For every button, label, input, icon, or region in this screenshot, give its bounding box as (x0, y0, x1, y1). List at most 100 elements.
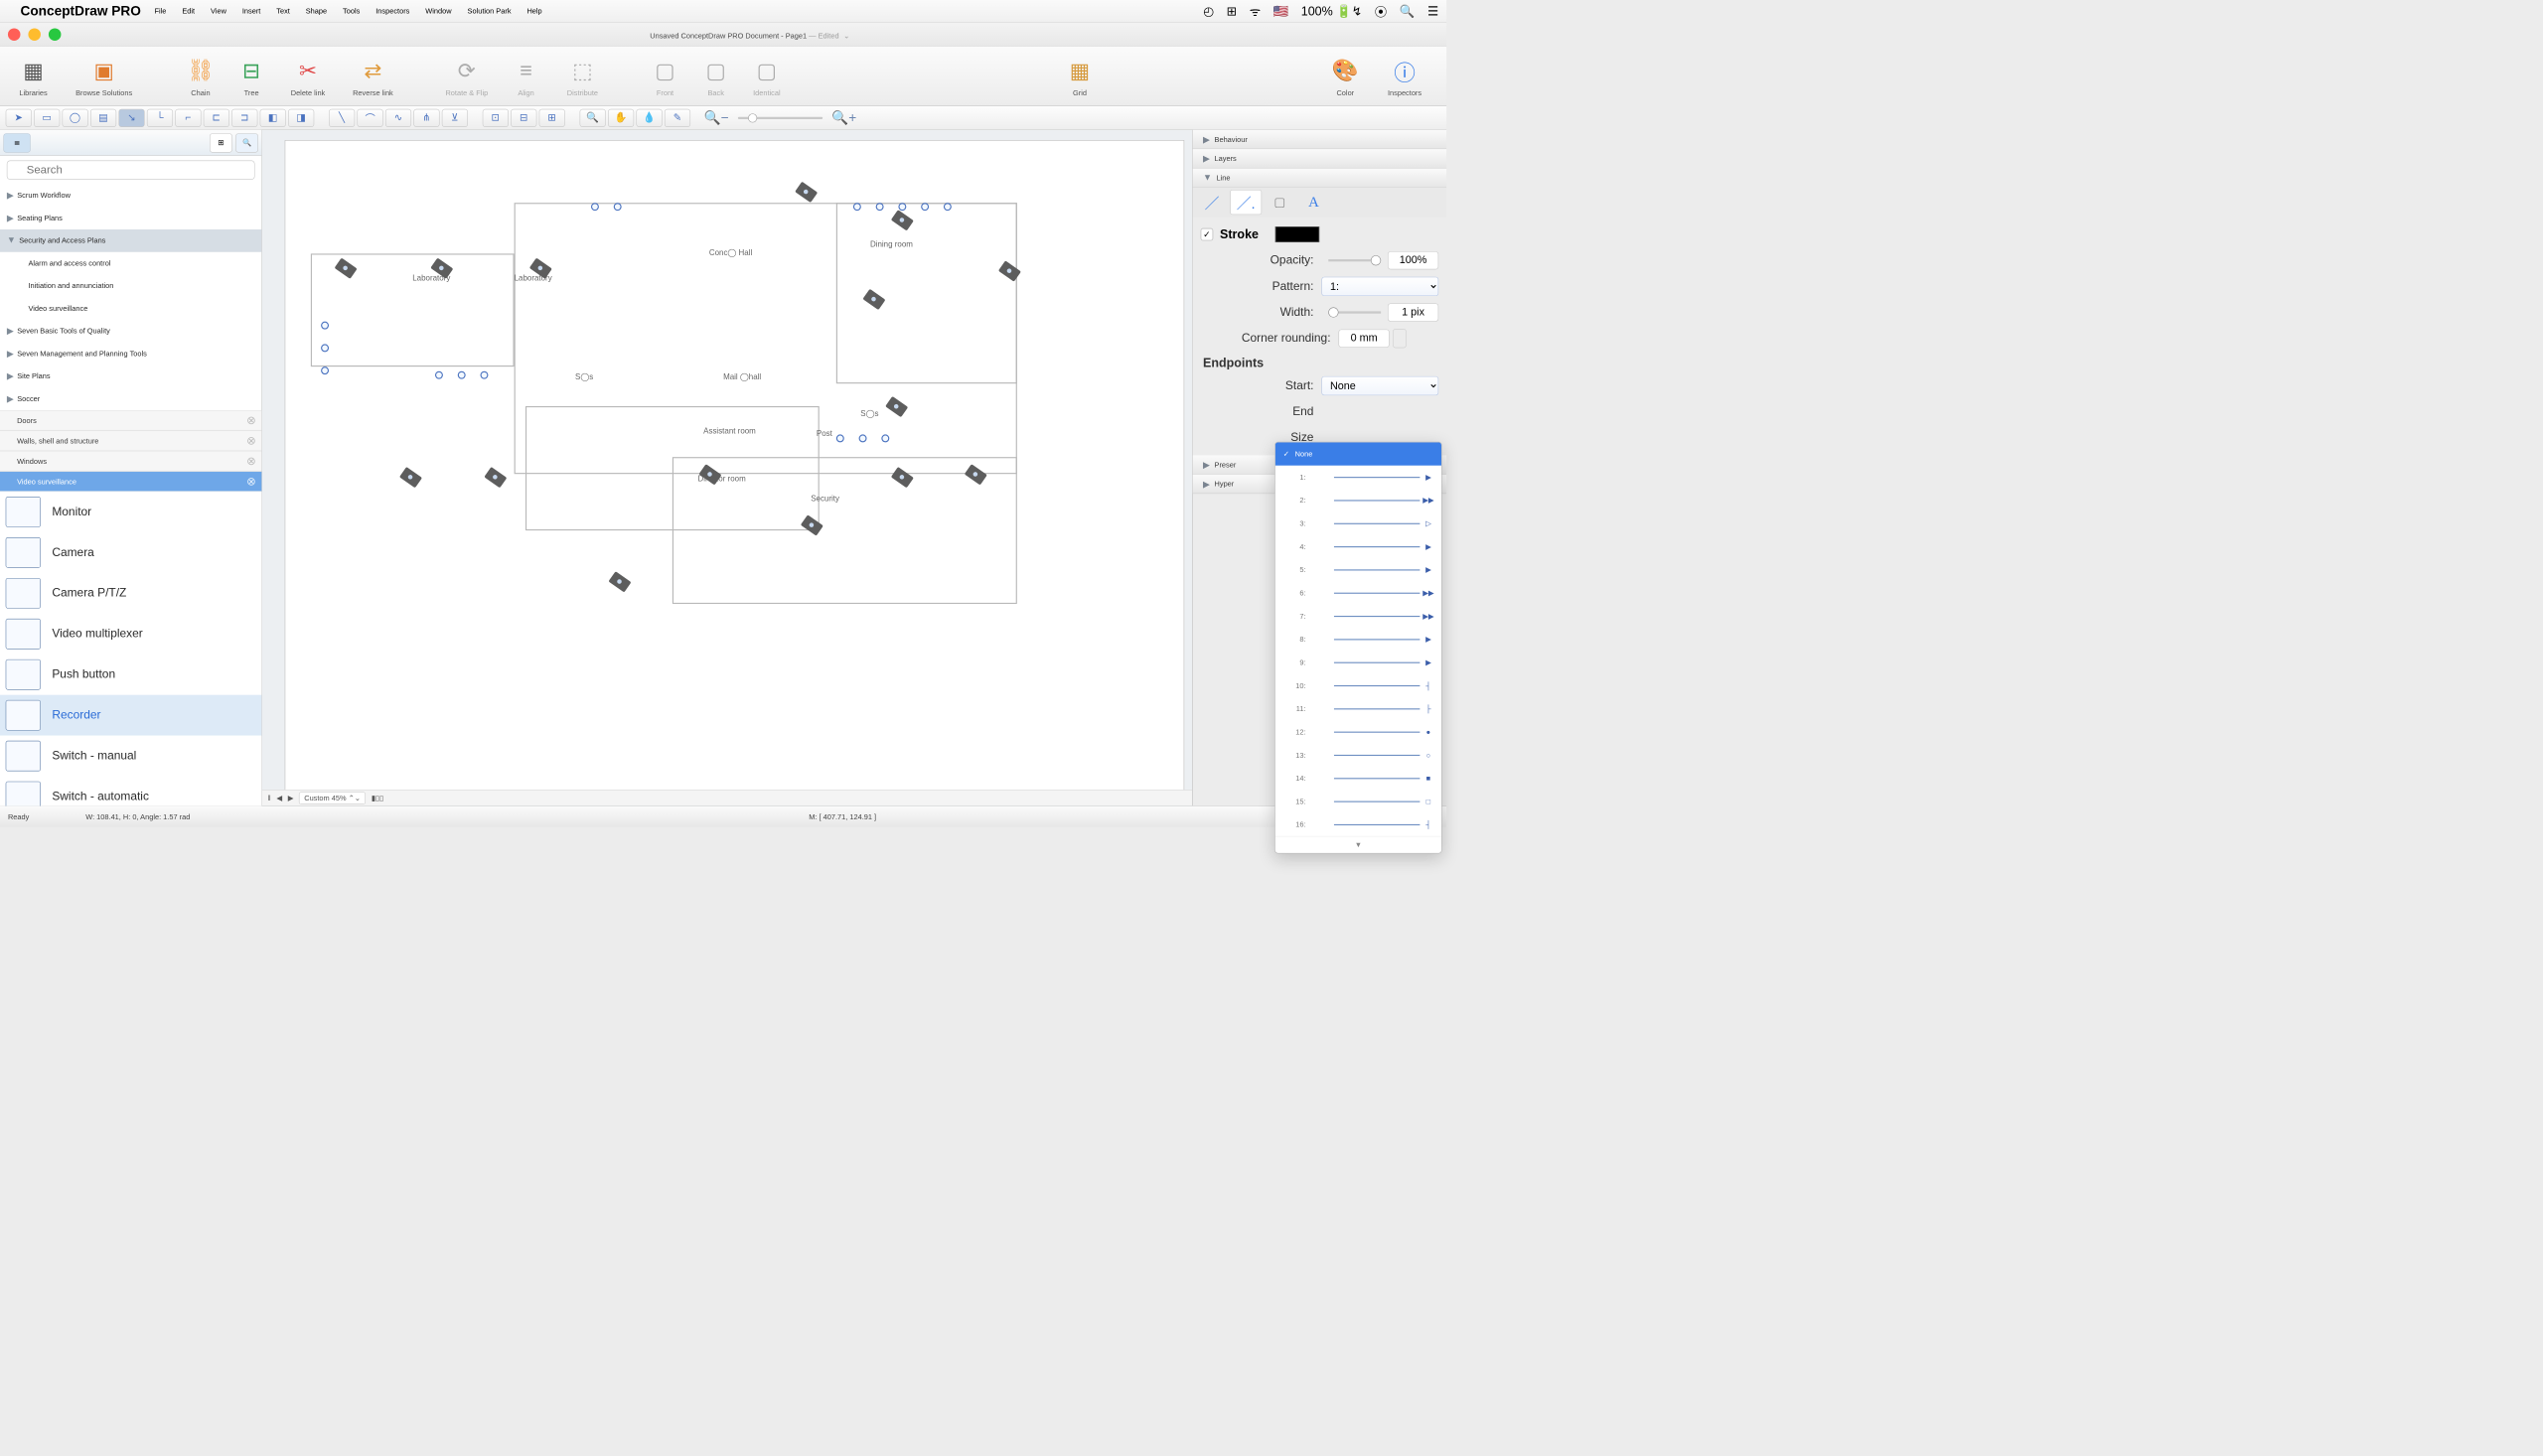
browse-solutions-button[interactable]: ▣Browse Solutions (59, 55, 149, 97)
tree-item[interactable]: Alarm and access control (0, 252, 261, 275)
grid-view-toggle[interactable]: ⊞ (210, 133, 232, 152)
menu-insert[interactable]: Insert (242, 7, 260, 16)
grid-button[interactable]: ▦Grid (1054, 55, 1105, 97)
acc-line[interactable]: ▼Line (1193, 169, 1446, 188)
combine-tool[interactable]: ⊞ (539, 108, 565, 126)
search-menubar-icon[interactable]: 🔍 (1400, 4, 1416, 19)
close-icon[interactable]: ⊗ (246, 434, 256, 448)
end-option[interactable]: 9:▶ (1275, 651, 1441, 673)
library-search-input[interactable] (7, 161, 255, 180)
tree-item[interactable]: ▶Seven Basic Tools of Quality (0, 320, 261, 343)
group-tool[interactable]: ⊡ (483, 108, 509, 126)
tree-item[interactable]: ▶Seating Plans (0, 207, 261, 229)
width-value[interactable]: 1 pix (1388, 303, 1438, 321)
tab-stroke[interactable]: ／ (1196, 190, 1228, 215)
menu-shape[interactable]: Shape (306, 7, 327, 16)
zoom-slider[interactable] (738, 116, 823, 118)
chevron-down-icon[interactable]: ⌄ (843, 32, 849, 41)
category-header[interactable]: Windows⊗ (0, 451, 261, 471)
tree-item[interactable]: ▶Site Plans (0, 364, 261, 387)
menu-solution-park[interactable]: Solution Park (468, 7, 512, 16)
corner-stepper[interactable] (1393, 329, 1407, 348)
tree-item[interactable]: ▶Seven Management and Planning Tools (0, 343, 261, 365)
document-title[interactable]: Unsaved ConceptDraw PRO Document - Page1… (650, 27, 849, 42)
flag-icon[interactable]: 🇺🇸 (1273, 4, 1289, 19)
rect-tool[interactable]: ▭ (34, 108, 60, 126)
spotlight-icon[interactable]: ⦿ (1375, 2, 1388, 20)
tab-text[interactable]: A (1298, 190, 1330, 215)
end-option[interactable]: 3:▷ (1275, 511, 1441, 534)
minimize-window-button[interactable] (28, 28, 41, 41)
page-tabs[interactable]: ▮▯▯ (372, 794, 383, 802)
eyedrop-tool[interactable]: 💧 (636, 108, 662, 126)
start-select[interactable]: None (1321, 376, 1438, 395)
close-icon[interactable]: ⊗ (246, 413, 256, 427)
category-header[interactable]: Doors⊗ (0, 410, 261, 430)
opacity-slider[interactable] (1328, 259, 1381, 261)
chain-button[interactable]: ⛓Chain (175, 55, 225, 97)
tree-button[interactable]: ⊟Tree (226, 55, 277, 97)
category-header[interactable]: Video surveillance⊗ (0, 471, 261, 491)
end-option[interactable]: 16:┤ (1275, 813, 1441, 836)
end-option[interactable]: 4:▶ (1275, 535, 1441, 558)
tree-item[interactable]: ▶Scrum Workflow (0, 184, 261, 207)
reverse-link-button[interactable]: ⇄Reverse link (339, 55, 406, 97)
drawing-canvas[interactable]: Conc◯ HallDining roomLaboratoryLaborator… (262, 130, 1192, 805)
zoom-in-icon[interactable]: 🔍+ (831, 109, 856, 125)
bezier-tool[interactable]: ⊻ (442, 108, 468, 126)
shape-item[interactable]: Switch - automatic (0, 777, 261, 806)
connector4-tool[interactable]: ⊏ (204, 108, 229, 126)
end-option[interactable]: 11:├ (1275, 697, 1441, 720)
menu-help[interactable]: Help (526, 7, 541, 16)
app-name[interactable]: ConceptDraw PRO (20, 3, 140, 19)
tab-fill[interactable]: ▢ (1264, 190, 1295, 215)
pattern-select[interactable]: 1: (1321, 277, 1438, 296)
hand-tool[interactable]: ✋ (608, 108, 634, 126)
end-option[interactable]: 14:■ (1275, 767, 1441, 790)
page-prev-icon[interactable]: ◀ (276, 794, 282, 802)
search-toggle[interactable]: 🔍 (235, 133, 258, 152)
corner-value[interactable]: 0 mm (1338, 330, 1389, 348)
end-option[interactable]: 8:▶ (1275, 628, 1441, 651)
poly-tool[interactable]: ⋔ (413, 108, 439, 126)
page-next-icon[interactable]: ▶ (288, 794, 294, 802)
libraries-button[interactable]: ▦Libraries (8, 55, 59, 97)
hscroll-handle-icon[interactable]: ‖ (268, 794, 271, 802)
menu-tools[interactable]: Tools (343, 7, 360, 16)
grid-menubar-icon[interactable]: ⊞ (1227, 4, 1237, 19)
ellipse-tool[interactable]: ◯ (63, 108, 88, 126)
color-button[interactable]: 🎨Color (1320, 55, 1371, 97)
inspectors-button[interactable]: ⓘInspectors (1371, 55, 1438, 97)
tree-item[interactable]: ▼Security and Access Plans (0, 229, 261, 252)
end-option[interactable]: 10:┤ (1275, 674, 1441, 697)
connector-tool[interactable]: ↘ (118, 108, 144, 126)
end-arrow-popup[interactable]: ✓None 1:▶2:▶▶3:▷4:▶5:▶6:▶▶7:▶▶8:▶9:▶10:┤… (1274, 442, 1441, 854)
end-option[interactable]: 5:▶ (1275, 558, 1441, 581)
delete-link-button[interactable]: ✂Delete link (277, 55, 340, 97)
battery-status[interactable]: 100% 🔋↯ (1301, 4, 1363, 19)
tree-item[interactable]: Initiation and annunciation (0, 274, 261, 297)
stroke-checkbox[interactable]: ✓ (1201, 228, 1214, 241)
end-option[interactable]: 6:▶▶ (1275, 581, 1441, 604)
connector2-tool[interactable]: └ (147, 108, 173, 126)
wifi-icon[interactable]: ᯤ (1250, 3, 1261, 20)
pointer-tool[interactable]: ➤ (6, 108, 32, 126)
end-option[interactable]: 1:▶ (1275, 466, 1441, 489)
connector5-tool[interactable]: ⊐ (231, 108, 257, 126)
close-window-button[interactable] (8, 28, 21, 41)
acc-behaviour[interactable]: ▶Behaviour (1193, 130, 1446, 149)
connector3-tool[interactable]: ⌐ (175, 108, 201, 126)
zoom-tool[interactable]: 🔍 (580, 108, 606, 126)
end-option[interactable]: 2:▶▶ (1275, 489, 1441, 511)
menu-file[interactable]: File (154, 7, 166, 16)
line-tool[interactable]: ╲ (329, 108, 355, 126)
shape-item[interactable]: Monitor (0, 492, 261, 532)
menu-edit[interactable]: Edit (182, 7, 195, 16)
popup-more-icon[interactable]: ▼ (1275, 836, 1441, 853)
opacity-value[interactable]: 100% (1388, 251, 1438, 269)
connector6-tool[interactable]: ◧ (260, 108, 286, 126)
shape-item[interactable]: Switch - manual (0, 736, 261, 777)
tree-item[interactable]: Video surveillance (0, 297, 261, 320)
ungroup-tool[interactable]: ⊟ (511, 108, 536, 126)
library-tree[interactable]: ▶Scrum Workflow▶Seating Plans▼Security a… (0, 184, 261, 805)
